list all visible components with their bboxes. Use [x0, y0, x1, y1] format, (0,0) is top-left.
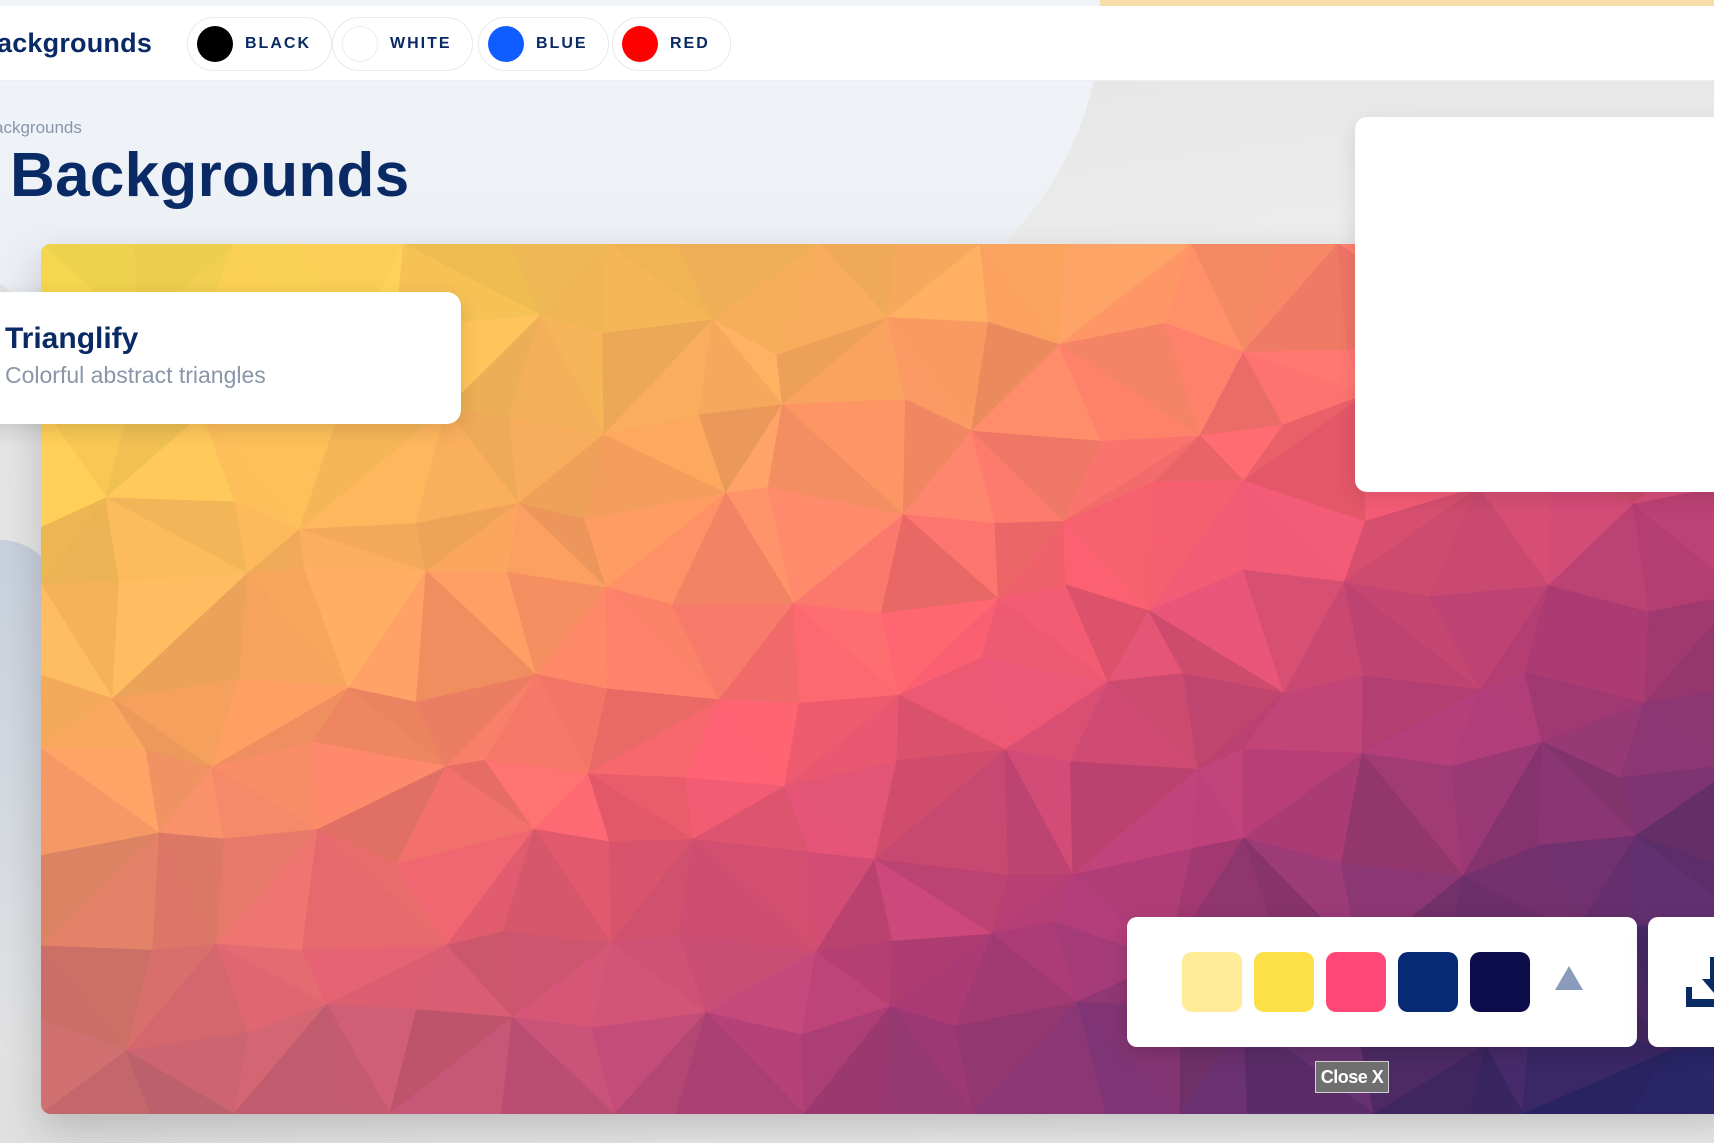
- chip-label: WHITE: [390, 35, 452, 52]
- palette-swatch[interactable]: [1398, 952, 1458, 1012]
- color-chip-red[interactable]: RED: [612, 17, 731, 71]
- info-title: Trianglify: [5, 322, 139, 355]
- color-chip-white[interactable]: WHITE: [332, 17, 473, 71]
- download-icon[interactable]: [1686, 957, 1714, 1007]
- page-title: Backgrounds: [10, 141, 410, 210]
- close-button[interactable]: Close X: [1315, 1061, 1389, 1093]
- palette-swatch[interactable]: [1254, 952, 1314, 1012]
- palette-swatch[interactable]: [1470, 952, 1530, 1012]
- color-chip-black[interactable]: BLACK: [187, 17, 332, 71]
- red-swatch-icon: [622, 26, 658, 62]
- palette-bar: [1127, 917, 1637, 1047]
- triangle-up-icon[interactable]: [1555, 966, 1583, 990]
- color-chip-blue[interactable]: BLUE: [478, 17, 609, 71]
- info-subtitle: Colorful abstract triangles: [5, 362, 266, 388]
- page: ackgrounds BLACK WHITE BLUE RED ackgroun…: [0, 0, 1714, 1143]
- black-swatch-icon: [197, 26, 233, 62]
- navbar: ackgrounds BLACK WHITE BLUE RED: [0, 6, 1714, 81]
- download-card: [1648, 917, 1714, 1047]
- chip-label: BLUE: [536, 35, 588, 52]
- breadcrumb[interactable]: ackgrounds: [0, 118, 82, 138]
- info-card: Trianglify Colorful abstract triangles: [0, 292, 461, 424]
- side-panel: [1355, 117, 1714, 492]
- nav-title[interactable]: ackgrounds: [0, 28, 152, 59]
- white-swatch-icon: [342, 26, 378, 62]
- chip-label: RED: [670, 35, 710, 52]
- blue-swatch-icon: [488, 26, 524, 62]
- chip-label: BLACK: [245, 35, 311, 52]
- palette-swatch[interactable]: [1326, 952, 1386, 1012]
- palette-swatch[interactable]: [1182, 952, 1242, 1012]
